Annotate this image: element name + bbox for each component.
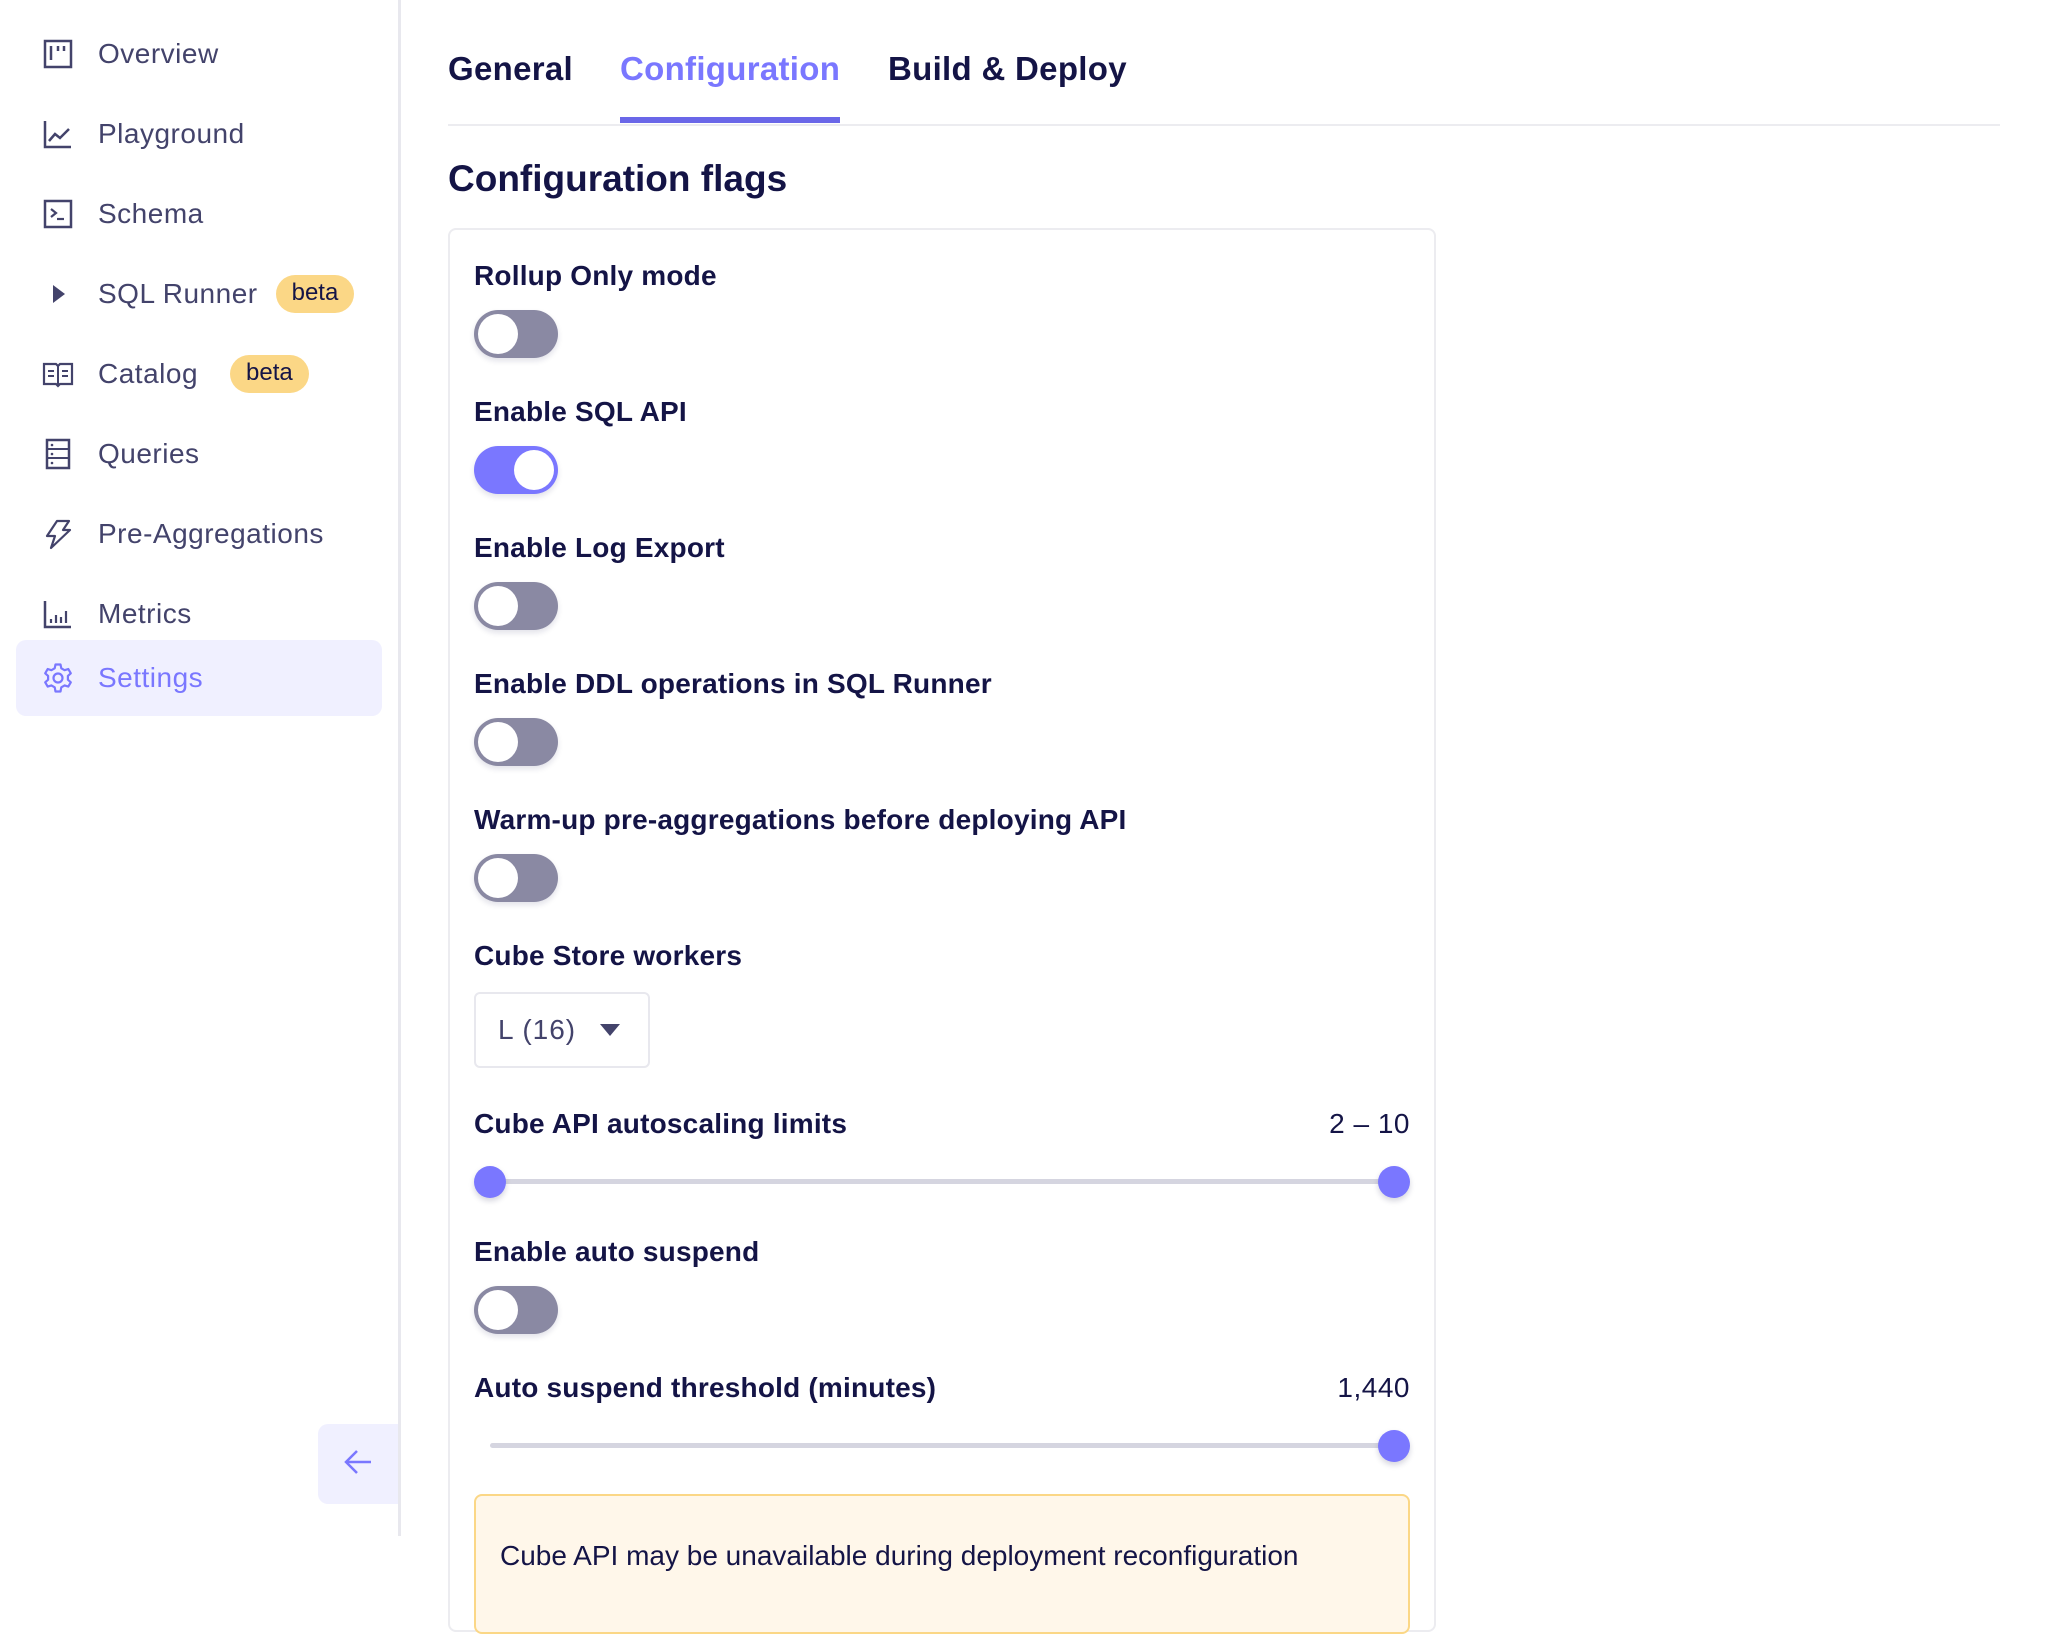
tab-configuration[interactable]: Configuration [620,50,840,88]
sidebar-item-label: Settings [98,662,204,693]
slider-thumb-max[interactable] [1378,1166,1410,1198]
sql-api-toggle[interactable] [474,446,558,494]
select-value: L (16) [498,1014,577,1045]
warmup-label: Warm-up pre-aggregations before deployin… [474,804,1127,835]
arrow-left-icon [342,1446,374,1483]
section-title: Configuration flags [448,158,788,199]
lightning-icon [40,516,76,552]
chevron-down-icon [600,1024,621,1036]
active-tab-indicator [620,117,840,123]
autoscaling-value: 2 – 10 [1329,1108,1410,1139]
sidebar-item-schema[interactable]: Schema [16,176,382,252]
sidebar-item-label: Pre-Aggregations [98,518,324,549]
autoscaling-range-slider[interactable] [474,1166,1410,1198]
bar-chart-icon [40,596,76,632]
tab-build-deploy[interactable]: Build & Deploy [888,50,1127,88]
suspend-threshold-label: Auto suspend threshold (minutes) [474,1372,937,1403]
sidebar-item-label: Schema [98,198,204,229]
ddl-operations-toggle[interactable] [474,718,558,766]
book-icon [40,356,76,392]
tab-general[interactable]: General [448,50,573,88]
slider-thumb-min[interactable] [474,1166,506,1198]
toggle-knob [514,450,554,490]
sidebar-item-label: Queries [98,438,200,469]
settings-tabs: General Configuration Build & Deploy [448,0,2000,126]
sidebar-item-catalog[interactable]: Catalog beta [16,336,382,412]
beta-badge: beta [230,355,309,393]
slider-track [490,1443,1394,1448]
toggle-knob [478,722,518,762]
suspend-threshold-slider[interactable] [474,1430,1410,1462]
cube-store-workers-label: Cube Store workers [474,940,743,971]
sidebar-item-label: Metrics [98,598,192,629]
log-export-label: Enable Log Export [474,532,725,563]
sidebar-item-sql-runner[interactable]: SQL Runner beta [16,256,382,332]
warmup-toggle[interactable] [474,854,558,902]
sidebar-item-settings[interactable]: Settings [16,640,382,716]
sidebar-item-pre-aggregations[interactable]: Pre-Aggregations [16,496,382,572]
server-icon [40,436,76,472]
collapse-sidebar-button[interactable] [318,1424,398,1504]
autoscaling-label: Cube API autoscaling limits [474,1108,848,1139]
beta-badge: beta [275,275,355,313]
cube-store-workers-select[interactable]: L (16) [474,992,650,1068]
terminal-icon [40,196,76,232]
sidebar-item-queries[interactable]: Queries [16,416,382,492]
rollup-only-label: Rollup Only mode [474,260,717,291]
warning-banner: Cube API may be unavailable during deplo… [474,1494,1410,1634]
ddl-operations-label: Enable DDL operations in SQL Runner [474,668,992,699]
sidebar-item-label: Playground [98,118,245,149]
sidebar-item-playground[interactable]: Playground [16,96,382,172]
toggle-knob [478,858,518,898]
rollup-only-toggle[interactable] [474,310,558,358]
toggle-knob [478,586,518,626]
auto-suspend-label: Enable auto suspend [474,1236,760,1267]
warning-text: Cube API may be unavailable during deplo… [500,1540,1299,1571]
board-icon [40,36,76,72]
sidebar-item-label: Overview [98,38,219,69]
play-icon [40,276,76,312]
toggle-knob [478,1290,518,1330]
suspend-threshold-value: 1,440 [1337,1372,1410,1403]
toggle-knob [478,314,518,354]
auto-suspend-toggle[interactable] [474,1286,558,1334]
sql-api-label: Enable SQL API [474,396,687,427]
sidebar-item-label: Catalog [98,358,199,389]
log-export-toggle[interactable] [474,582,558,630]
line-chart-icon [40,116,76,152]
sidebar: Overview Playground Schema SQL Runner be… [0,0,401,1536]
sidebar-item-overview[interactable]: Overview [16,16,382,92]
gear-icon [40,660,76,696]
slider-track [490,1179,1394,1184]
slider-thumb[interactable] [1378,1430,1410,1462]
configuration-flags-card: Rollup Only mode Enable SQL API Enable L… [448,228,1436,1634]
sidebar-item-label: SQL Runner [98,278,258,309]
